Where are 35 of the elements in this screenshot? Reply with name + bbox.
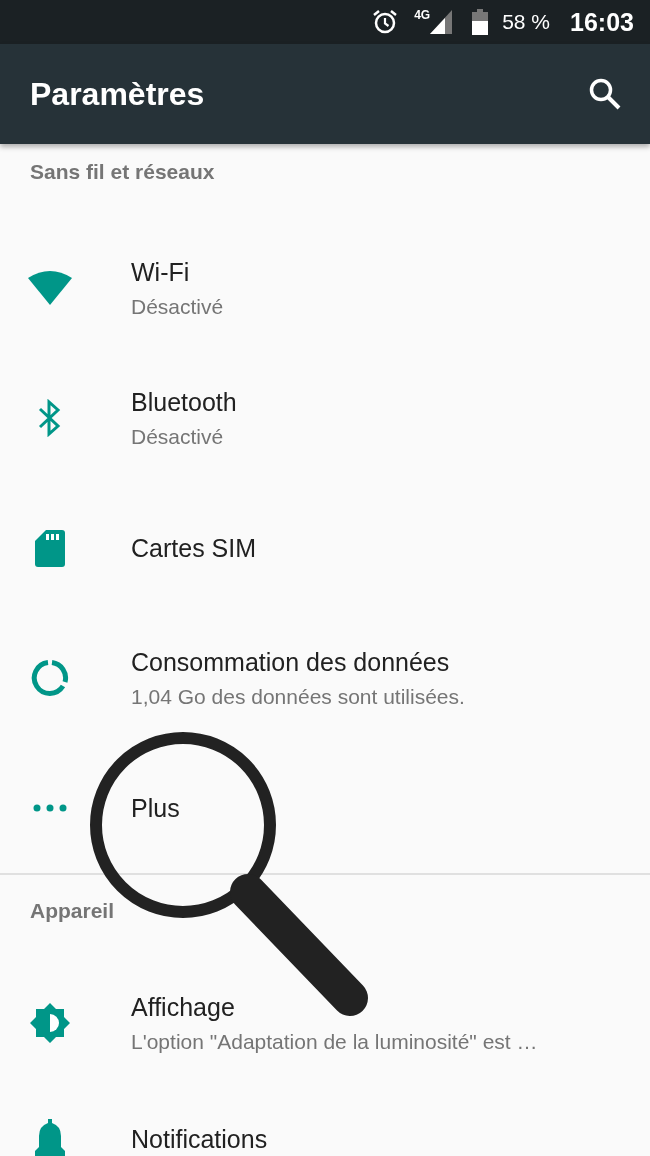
ring-icon <box>30 659 69 697</box>
settings-item[interactable]: Bluetooth Désactivé <box>0 353 650 483</box>
item-summary: L'option "Adaptation de la luminosité" est … <box>131 1029 538 1054</box>
item-title: Cartes SIM <box>131 533 257 563</box>
item-title: Notifications <box>131 1124 268 1154</box>
toolbar-title: Paramètres <box>30 75 205 113</box>
signal-icon <box>430 10 453 34</box>
item-summary: 1,04 Go des données sont utilisées. <box>131 684 465 709</box>
brightness-icon <box>29 1003 70 1043</box>
bell-icon <box>34 1119 65 1156</box>
search-icon[interactable] <box>588 77 622 111</box>
settings-item[interactable]: Plus <box>0 743 650 873</box>
settings-item[interactable]: Notifications <box>0 1081 650 1156</box>
settings-item[interactable]: Affichage L'option "Adaptation de la luminosité" est … <box>0 965 650 1081</box>
battery-percentage: 58 % <box>502 10 551 34</box>
clock-time: 16:03 <box>570 7 634 37</box>
item-title: Bluetooth <box>131 387 237 417</box>
section-header: Appareil <box>29 898 116 924</box>
battery-icon <box>472 9 489 35</box>
network-type: 4G <box>414 8 431 22</box>
settings-item[interactable]: Cartes SIM <box>0 483 650 613</box>
bluetooth-icon <box>37 399 62 437</box>
item-title: Plus <box>131 793 180 823</box>
item-title: Wi-Fi <box>131 257 190 287</box>
settings-item[interactable]: Consommation des données 1,04 Go des données sont utilisées. <box>0 613 650 743</box>
alarm-icon <box>372 9 399 35</box>
settings-item[interactable]: Wi-Fi Désactivé <box>0 223 650 353</box>
item-summary: Désactivé <box>131 424 224 449</box>
item-title: Affichage <box>131 992 235 1022</box>
sim-card-icon <box>34 529 65 567</box>
more-icon <box>32 804 67 812</box>
section-header: Sans fil et réseaux <box>29 159 216 185</box>
item-summary: Désactivé <box>131 294 224 319</box>
wifi-icon <box>27 271 72 305</box>
item-title: Consommation des données <box>131 647 450 677</box>
